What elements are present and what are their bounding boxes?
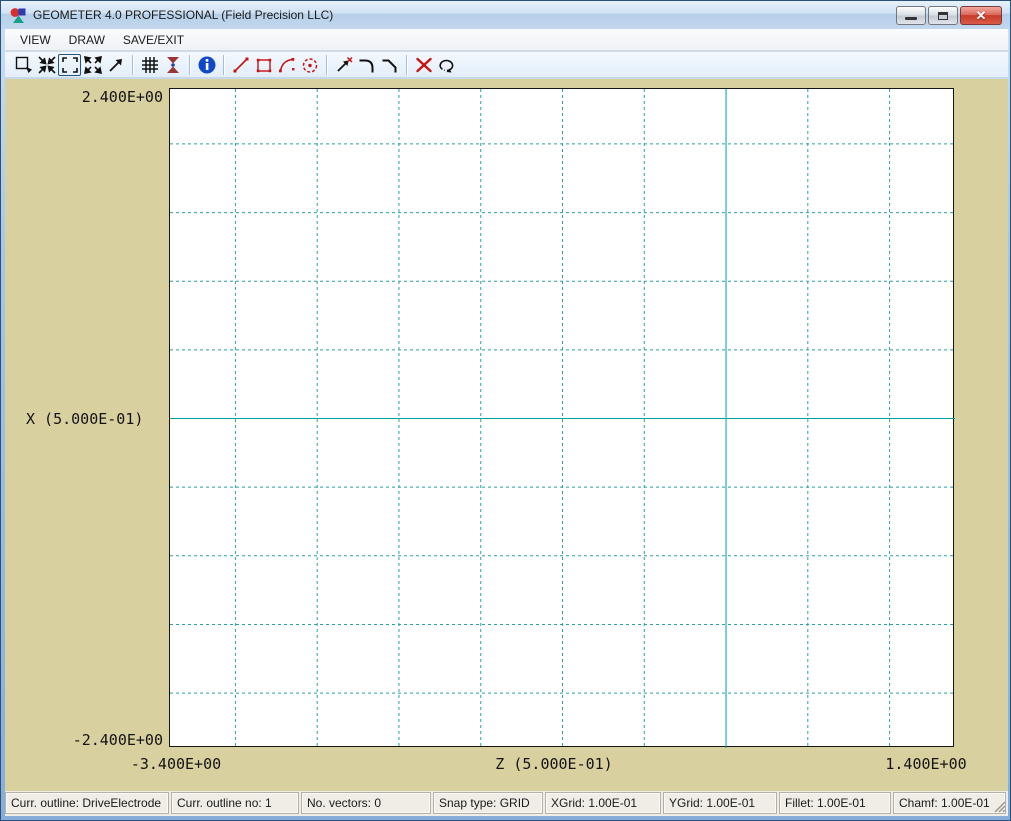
resize-grip[interactable]: [992, 799, 1006, 813]
maximize-button[interactable]: [928, 6, 958, 25]
delete-icon: [414, 55, 434, 75]
zoom-region-button[interactable]: [12, 54, 35, 76]
chamfer-icon: [380, 55, 400, 75]
draw-circle-button[interactable]: [298, 54, 321, 76]
fillet-corner-button[interactable]: [355, 54, 378, 76]
y-axis-title: X (5.000E-01): [26, 410, 143, 428]
menu-view[interactable]: VIEW: [11, 30, 60, 50]
status-fillet: Fillet: 1.00E-01: [779, 792, 891, 814]
status-ygrid: YGrid: 1.00E-01: [663, 792, 777, 814]
status-bar: Curr. outline: DriveElectrode Curr. outl…: [5, 791, 1008, 816]
window-title: GEOMETER 4.0 PROFESSIONAL (Field Precisi…: [33, 8, 333, 22]
pan-view-button[interactable]: [104, 54, 127, 76]
grid-svg: [170, 89, 955, 748]
title-bar[interactable]: GEOMETER 4.0 PROFESSIONAL (Field Precisi…: [1, 1, 1010, 29]
drawing-area: 2.400E+00 X (5.000E-01) -2.400E+00 -3.40…: [5, 79, 1008, 791]
repeat-operation-button[interactable]: [435, 54, 458, 76]
minimize-icon: [905, 17, 917, 20]
draw-line-button[interactable]: [229, 54, 252, 76]
y-axis-max-label: 2.400E+00: [45, 88, 163, 106]
toolbar-separator: [223, 55, 224, 75]
grid-icon: [140, 55, 160, 75]
x-axis-max-label: 1.400E+00: [864, 755, 988, 773]
x-axis-title: Z (5.000E-01): [454, 755, 654, 773]
maximize-icon: [938, 12, 948, 20]
fit-view-icon: [60, 55, 80, 75]
repeat-icon: [437, 55, 457, 75]
toolbar-separator: [326, 55, 327, 75]
status-current-outline: Curr. outline: DriveElectrode: [5, 792, 169, 814]
y-axis-min-label: -2.400E+00: [45, 731, 163, 749]
fillet-icon: [357, 55, 377, 75]
minimize-button[interactable]: [896, 6, 926, 25]
draw-rectangle-button[interactable]: [252, 54, 275, 76]
zoom-in-icon: [37, 55, 57, 75]
toolbar-separator: [406, 55, 407, 75]
status-snap-type: Snap type: GRID: [433, 792, 543, 814]
menu-save-exit[interactable]: SAVE/EXIT: [114, 30, 193, 50]
arc-tool-icon: [277, 55, 297, 75]
close-icon: ✕: [976, 8, 987, 24]
toolbar-separator: [132, 55, 133, 75]
draw-arc-button[interactable]: [275, 54, 298, 76]
toolbar: [5, 52, 1008, 78]
status-outline-number: Curr. outline no: 1: [171, 792, 299, 814]
x-axis-min-label: -3.400E+00: [106, 755, 246, 773]
status-chamfer: Chamf: 1.00E-01: [893, 792, 1006, 814]
fit-view-button[interactable]: [58, 54, 81, 76]
zoom-in-button[interactable]: [35, 54, 58, 76]
status-vector-count: No. vectors: 0: [301, 792, 431, 814]
expand-view-button[interactable]: [81, 54, 104, 76]
app-window: GEOMETER 4.0 PROFESSIONAL (Field Precisi…: [0, 0, 1011, 821]
chamfer-corner-button[interactable]: [378, 54, 401, 76]
snap-settings-button[interactable]: [161, 54, 184, 76]
edit-vector-icon: [334, 55, 354, 75]
info-button[interactable]: [195, 54, 218, 76]
snap-icon: [163, 55, 183, 75]
pan-view-icon: [106, 55, 126, 75]
rectangle-tool-icon: [254, 55, 274, 75]
app-icon: [10, 7, 27, 24]
status-xgrid: XGrid: 1.00E-01: [545, 792, 661, 814]
line-tool-icon: [231, 55, 251, 75]
delete-vector-button[interactable]: [412, 54, 435, 76]
circle-tool-icon: [300, 55, 320, 75]
close-button[interactable]: ✕: [960, 6, 1002, 25]
expand-view-icon: [83, 55, 103, 75]
menu-bar: VIEW DRAW SAVE/EXIT: [5, 29, 1008, 51]
info-icon: [197, 55, 217, 75]
grid-settings-button[interactable]: [138, 54, 161, 76]
edit-vector-button[interactable]: [332, 54, 355, 76]
menu-draw[interactable]: DRAW: [60, 30, 114, 50]
plot-canvas[interactable]: [169, 88, 954, 747]
toolbar-separator: [189, 55, 190, 75]
zoom-region-icon: [14, 55, 34, 75]
